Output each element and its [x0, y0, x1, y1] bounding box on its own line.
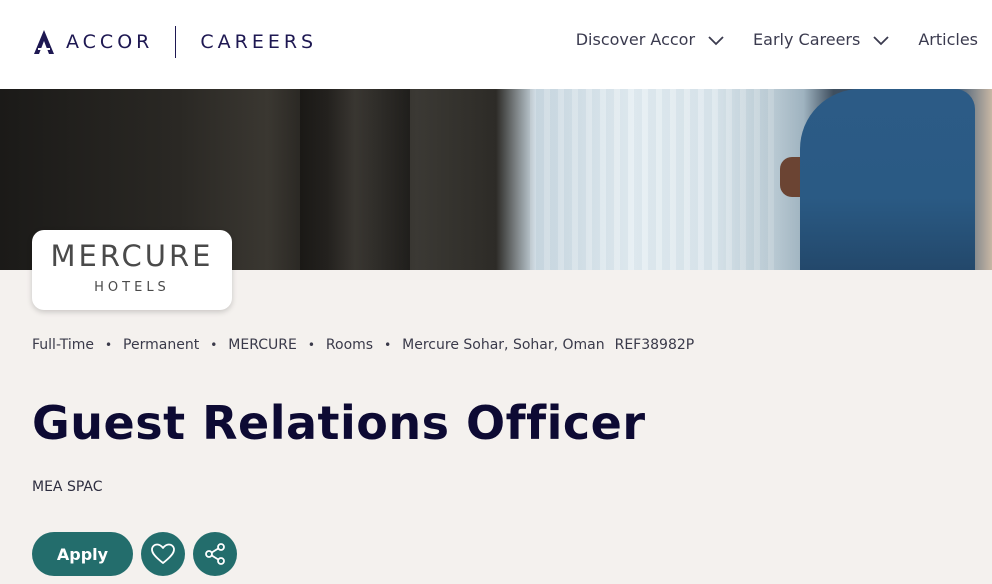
job-actions: Apply	[32, 532, 237, 576]
accor-careers-logo[interactable]: ACCOR CAREERS	[32, 26, 317, 58]
brand-subtitle: HOTELS	[94, 280, 170, 295]
logo-accor-text: ACCOR	[66, 31, 154, 53]
favorite-button[interactable]	[141, 532, 185, 576]
brand-name: MERCURE	[50, 239, 214, 273]
hotel-brand-logo: MERCURE HOTELS	[32, 230, 232, 310]
meta-duration: Permanent	[123, 337, 200, 353]
hero-person	[800, 89, 975, 270]
share-button[interactable]	[193, 532, 237, 576]
main-nav: Discover Accor Early Careers Articles	[576, 30, 978, 49]
heart-icon	[151, 543, 175, 564]
nav-item-early-careers[interactable]: Early Careers	[753, 30, 890, 49]
nav-item-label: Early Careers	[753, 30, 861, 49]
logo-divider	[175, 26, 177, 58]
nav-item-label: Articles	[918, 30, 978, 49]
meta-separator: •	[384, 338, 392, 352]
nav-item-articles[interactable]: Articles	[918, 30, 978, 49]
nav-item-label: Discover Accor	[575, 30, 696, 49]
accor-logo-icon	[34, 30, 54, 54]
job-region: MEA SPAC	[32, 479, 103, 495]
chevron-down-icon	[708, 35, 724, 45]
job-meta: Full-Time • Permanent • MERCURE • Rooms …	[32, 337, 694, 353]
chevron-down-icon	[873, 35, 889, 45]
job-title: Guest Relations Officer	[32, 396, 646, 450]
apply-button[interactable]: Apply	[32, 532, 133, 576]
meta-department: Rooms	[325, 337, 374, 353]
share-icon	[205, 543, 225, 565]
meta-separator: •	[104, 338, 113, 352]
logo-careers-text: CAREERS	[200, 31, 318, 53]
meta-separator: •	[210, 338, 218, 352]
meta-brand: MERCURE	[228, 337, 297, 353]
hero-window	[530, 89, 780, 270]
nav-item-discover-accor[interactable]: Discover Accor	[576, 30, 725, 49]
meta-location: Mercure Sohar, Sohar, Oman	[402, 337, 605, 353]
meta-contract-type: Full-Time	[32, 337, 94, 353]
site-header: ACCOR CAREERS Discover Accor Early Caree…	[0, 0, 992, 89]
meta-separator: •	[307, 338, 315, 352]
hero-curtain	[300, 89, 410, 270]
meta-reference: REF38982P	[614, 337, 695, 353]
